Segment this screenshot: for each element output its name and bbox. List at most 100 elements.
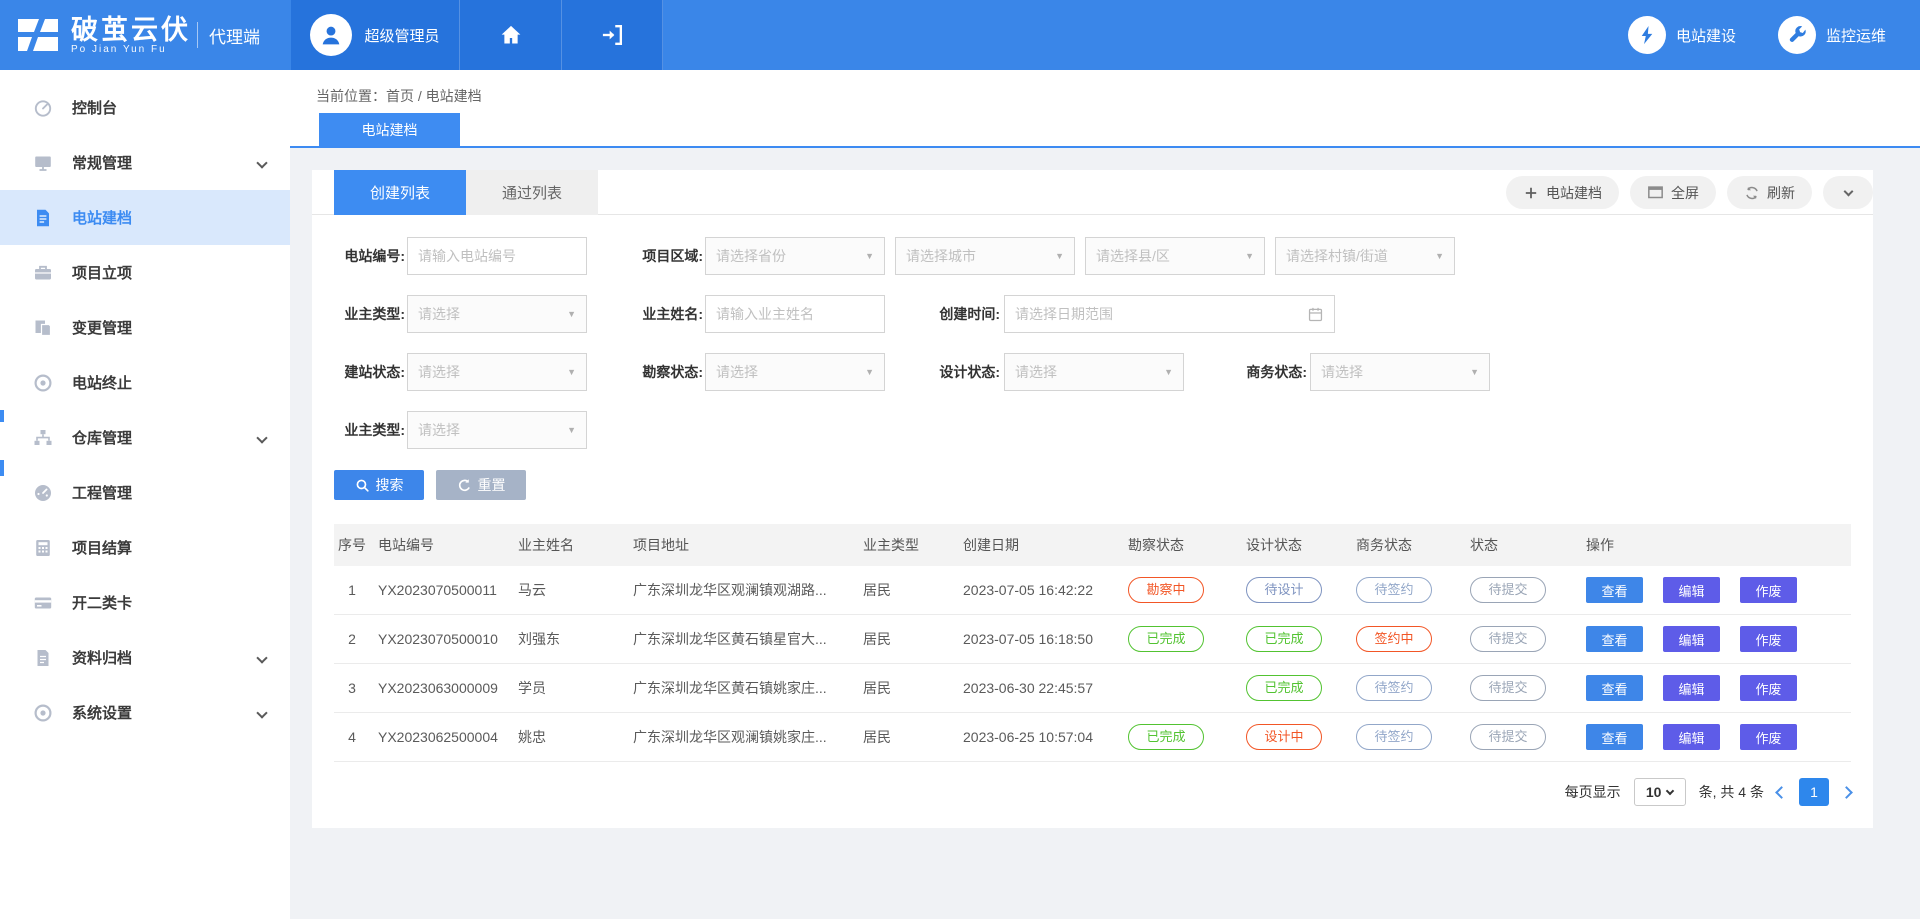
filter-select[interactable]: 请选择▼ (407, 411, 587, 449)
settings-icon (33, 702, 55, 724)
filter-input[interactable]: 请输入业主姓名 (705, 295, 885, 333)
view-button[interactable]: 查看 (1586, 626, 1643, 652)
nav-monitor-ops-label: 监控运维 (1826, 25, 1886, 46)
select-arrow-icon: ▼ (1055, 251, 1064, 261)
sidebar-item-常规管理[interactable]: 常规管理 (0, 135, 290, 190)
brand-title: 破茧云伏 (71, 16, 191, 44)
sidebar-item-变更管理[interactable]: 变更管理 (0, 300, 290, 355)
filter-select[interactable]: 请选择城市▼ (895, 237, 1075, 275)
filter-select[interactable]: 请选择村镇/街道▼ (1275, 237, 1455, 275)
filter-label: 设计状态: (910, 353, 1000, 391)
table-cell: 待提交 (1462, 577, 1578, 603)
sidebar-item-工程管理[interactable]: 工程管理 (0, 465, 290, 520)
filter-select[interactable]: 请选择▼ (1004, 353, 1184, 391)
sidebar-menu: 控制台常规管理电站建档项目立项变更管理电站终止仓库管理工程管理项目结算开二类卡资… (0, 80, 290, 740)
sidebar-item-label: 系统设置 (72, 702, 132, 723)
sitemap-icon (33, 427, 55, 449)
logout-button[interactable] (562, 0, 663, 70)
void-button[interactable]: 作废 (1740, 724, 1797, 750)
table-cell: 广东深圳龙华区观澜镇姚家庄... (625, 727, 855, 747)
prev-page-button[interactable] (1775, 786, 1788, 799)
nav-monitor-ops[interactable]: 监控运维 (1778, 16, 1886, 54)
sidebar-item-仓库管理[interactable]: 仓库管理 (0, 410, 290, 465)
placeholder-text: 请选择县/区 (1096, 246, 1241, 266)
sidebar-scroll-mark (0, 410, 4, 422)
filter-label: 建站状态: (315, 353, 405, 391)
gauge-icon (33, 97, 55, 119)
view-button[interactable]: 查看 (1586, 577, 1643, 603)
table-cell: 已完成 (1120, 724, 1238, 750)
table-cell: YX2023062500004 (370, 729, 510, 745)
void-button[interactable]: 作废 (1740, 577, 1797, 603)
table-cell: 签约中 (1348, 626, 1462, 652)
calendar-icon (1307, 306, 1324, 323)
void-button[interactable]: 作废 (1740, 675, 1797, 701)
filter-select[interactable]: 请选择▼ (705, 353, 885, 391)
sidebar-item-开二类卡[interactable]: 开二类卡 (0, 575, 290, 630)
placeholder-text: 请选择村镇/街道 (1286, 246, 1431, 266)
nav-station-build[interactable]: 电站建设 (1628, 16, 1736, 54)
search-button[interactable]: 搜索 (334, 470, 424, 500)
page-tab-active[interactable]: 电站建档 (319, 113, 460, 146)
sidebar-item-系统设置[interactable]: 系统设置 (0, 685, 290, 740)
table-row: 2YX2023070500010刘强东广东深圳龙华区黄石镇星官大...居民202… (334, 615, 1851, 664)
table-cell: 3 (334, 680, 370, 696)
filter-select[interactable]: 请选择 ▼ (407, 295, 587, 333)
filter-date-range[interactable]: 请选择日期范围 (1004, 295, 1335, 333)
fullscreen-button[interactable]: 全屏 (1630, 176, 1716, 209)
select-arrow-icon: ▼ (1245, 251, 1254, 261)
collapse-toolbar-button[interactable] (1823, 176, 1873, 209)
table-cell: 查看编辑作废 (1578, 724, 1851, 750)
pagination: 每页显示 10 条, 共 4 条 1 (1565, 778, 1851, 806)
sidebar-item-电站终止[interactable]: 电站终止 (0, 355, 290, 410)
filter-select[interactable]: 请选择县/区 ▼ (1085, 237, 1265, 275)
sidebar-item-label: 电站终止 (72, 372, 132, 393)
edit-button[interactable]: 编辑 (1663, 577, 1720, 603)
sidebar-item-项目立项[interactable]: 项目立项 (0, 245, 290, 300)
reset-button[interactable]: 重置 (436, 470, 526, 500)
filter-select[interactable]: 请选择▼ (407, 353, 587, 391)
sidebar-item-label: 开二类卡 (72, 592, 132, 613)
sidebar-item-控制台[interactable]: 控制台 (0, 80, 290, 135)
tab-create-list[interactable]: 创建列表 (334, 170, 466, 215)
status-badge: 待设计 (1246, 577, 1322, 603)
chevron-down-icon (1843, 186, 1853, 196)
tab-passed-list[interactable]: 通过列表 (466, 170, 598, 215)
view-button[interactable]: 查看 (1586, 724, 1643, 750)
page-size-select[interactable]: 10 (1634, 778, 1686, 806)
sidebar-item-项目结算[interactable]: 项目结算 (0, 520, 290, 575)
user-name: 超级管理员 (364, 25, 439, 46)
lightning-icon (1628, 16, 1666, 54)
placeholder-text: 请选择 (418, 362, 563, 382)
sidebar-item-资料归档[interactable]: 资料归档 (0, 630, 290, 685)
filter-select[interactable]: 请选择省份▼ (705, 237, 885, 275)
next-page-button[interactable] (1840, 786, 1853, 799)
sidebar-item-电站建档[interactable]: 电站建档 (0, 190, 290, 245)
placeholder-text: 请选择 (1321, 362, 1466, 382)
table-cell: YX2023063000009 (370, 680, 510, 696)
select-arrow-icon: ▼ (865, 251, 874, 261)
calculator-icon (33, 537, 55, 559)
breadcrumb: 当前位置：首页 / 电站建档 (316, 86, 482, 106)
select-arrow-icon: ▼ (1470, 367, 1479, 377)
add-station-button[interactable]: 电站建档 (1506, 176, 1619, 209)
refresh-button[interactable]: 刷新 (1727, 176, 1812, 209)
filter-input[interactable]: 请输入电站编号 (407, 237, 587, 275)
edit-button[interactable]: 编辑 (1663, 626, 1720, 652)
filter-select[interactable]: 请选择 ▼ (1310, 353, 1490, 391)
status-badge: 设计中 (1246, 724, 1322, 750)
edit-button[interactable]: 编辑 (1663, 724, 1720, 750)
home-button[interactable] (460, 0, 562, 70)
search-icon (355, 478, 370, 493)
user-profile[interactable]: 超级管理员 (291, 0, 460, 70)
sidebar-item-label: 电站建档 (72, 207, 132, 228)
void-button[interactable]: 作废 (1740, 626, 1797, 652)
view-button[interactable]: 查看 (1586, 675, 1643, 701)
edit-button[interactable]: 编辑 (1663, 675, 1720, 701)
filter-label: 项目区域: (613, 237, 703, 275)
table-row: 4YX2023062500004姚忠广东深圳龙华区观澜镇姚家庄...居民2023… (334, 713, 1851, 762)
select-arrow-icon: ▼ (567, 309, 576, 319)
page-1-button[interactable]: 1 (1799, 778, 1829, 806)
placeholder-text: 请选择 (418, 304, 563, 324)
status-badge: 待签约 (1356, 724, 1432, 750)
